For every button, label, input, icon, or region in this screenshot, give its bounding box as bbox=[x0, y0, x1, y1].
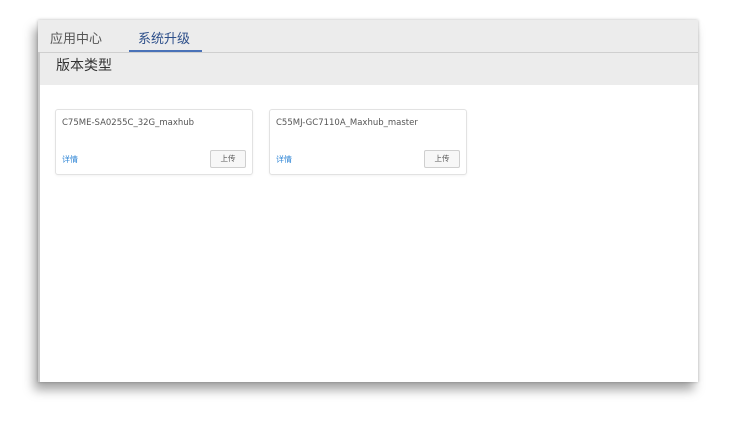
tab-system-upgrade[interactable]: 系统升级 bbox=[138, 28, 190, 47]
screenshot-stage: 应用中心 系统升级 版本类型 C75ME-SA0255C_32G_maxhub … bbox=[0, 0, 740, 425]
upload-button[interactable]: 上传 bbox=[424, 150, 460, 168]
window-left-edge bbox=[38, 52, 40, 382]
details-link[interactable]: 详情 bbox=[62, 154, 78, 165]
tab-bar: 应用中心 系统升级 bbox=[38, 20, 698, 53]
upload-button[interactable]: 上传 bbox=[210, 150, 246, 168]
app-window: 应用中心 系统升级 版本类型 C75ME-SA0255C_32G_maxhub … bbox=[38, 20, 698, 382]
section-header: 版本类型 bbox=[38, 53, 698, 85]
version-name: C55MJ-GC7110A_Maxhub_master bbox=[276, 118, 418, 128]
tab-app-center[interactable]: 应用中心 bbox=[50, 28, 102, 47]
version-name: C75ME-SA0255C_32G_maxhub bbox=[62, 118, 195, 128]
active-tab-indicator bbox=[129, 50, 202, 52]
version-card: C55MJ-GC7110A_Maxhub_master 详情 上传 bbox=[269, 109, 467, 175]
version-card: C75ME-SA0255C_32G_maxhub 详情 上传 bbox=[55, 109, 253, 175]
details-link[interactable]: 详情 bbox=[276, 154, 292, 165]
section-title: 版本类型 bbox=[56, 58, 112, 74]
